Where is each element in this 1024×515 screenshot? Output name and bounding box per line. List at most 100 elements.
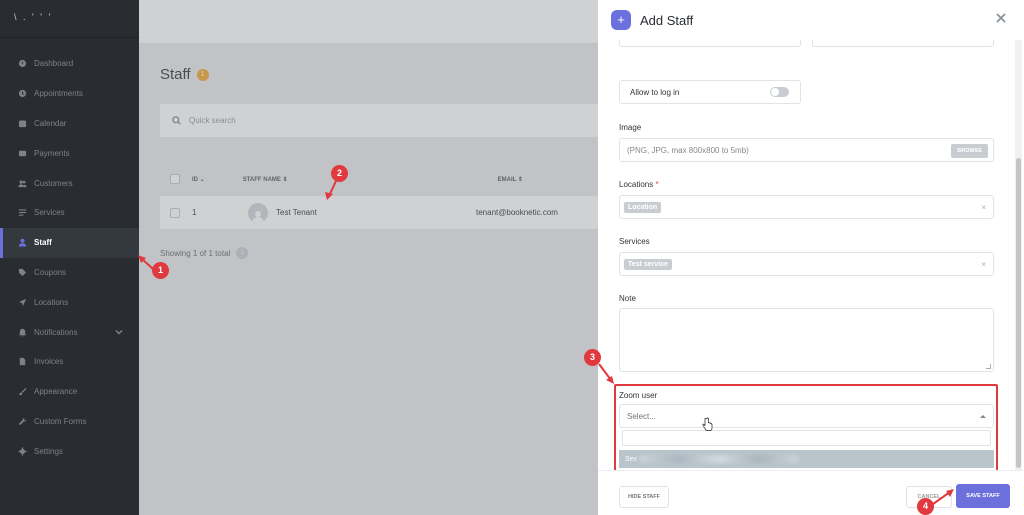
page-number[interactable]: 1 bbox=[236, 247, 249, 259]
panel-scrollbar[interactable] bbox=[1015, 40, 1022, 470]
panel-title: Add Staff bbox=[640, 12, 694, 28]
sidebar-item-label: Settings bbox=[34, 446, 63, 456]
sidebar-item-appearance[interactable]: Appearance bbox=[0, 377, 139, 407]
zoom-user-select[interactable]: Select... bbox=[619, 404, 994, 428]
partial-field-left[interactable] bbox=[619, 40, 801, 47]
quick-search-input[interactable]: Quick search bbox=[160, 104, 598, 137]
row-email: tenant@booknetic.com bbox=[476, 208, 558, 217]
sidebar-item-settings[interactable]: Settings bbox=[0, 436, 139, 466]
sidebar-item-payments[interactable]: Payments bbox=[0, 138, 139, 168]
sidebar-item-staff[interactable]: Staff bbox=[0, 227, 139, 258]
search-placeholder: Quick search bbox=[189, 116, 236, 125]
sidebar-item-customers[interactable]: Customers bbox=[0, 168, 139, 198]
users-icon bbox=[18, 179, 27, 188]
allow-login-toggle[interactable] bbox=[770, 87, 789, 97]
sidebar-item-label: Locations bbox=[34, 297, 69, 307]
pagination-info: Showing 1 of 1 total 1 bbox=[160, 247, 249, 259]
column-staff-name[interactable]: STAFF NAME ⇕ bbox=[243, 176, 288, 183]
sidebar-item-label: Calendar bbox=[34, 118, 67, 128]
panel-footer: HIDE STAFF CANCEL SAVE STAFF bbox=[598, 470, 1024, 515]
image-label: Image bbox=[619, 123, 642, 132]
image-upload-field[interactable]: (PNG, JPG, max 800x800 to 5mb) BROWSE bbox=[619, 138, 994, 162]
callout-1: 1 bbox=[152, 262, 169, 279]
zoom-user-search-input[interactable] bbox=[622, 430, 991, 446]
sidebar-item-appointments[interactable]: Appointments bbox=[0, 79, 139, 109]
sidebar-item-label: Customers bbox=[34, 178, 73, 188]
table-row[interactable]: 1 Test Tenant tenant@booknetic.com bbox=[160, 196, 598, 229]
zoom-user-option[interactable]: Sex bbox=[619, 450, 994, 468]
plus-icon: + bbox=[611, 10, 631, 30]
scrollbar-thumb[interactable] bbox=[1016, 158, 1021, 468]
services-select[interactable]: Test service × bbox=[619, 252, 994, 276]
staff-count-badge: 1 bbox=[196, 68, 209, 81]
user-avatar-icon bbox=[252, 210, 264, 223]
close-icon[interactable] bbox=[996, 13, 1006, 23]
note-label: Note bbox=[619, 294, 636, 303]
brush-icon bbox=[18, 387, 27, 396]
table-header: ID ⌄ STAFF NAME ⇕ EMAIL ⇕ bbox=[160, 170, 598, 188]
calendar-icon bbox=[18, 119, 27, 128]
zoom-user-label: Zoom user bbox=[619, 391, 658, 400]
callout-3: 3 bbox=[584, 349, 601, 366]
blurred-text bbox=[639, 455, 800, 463]
file-icon bbox=[18, 357, 27, 366]
callout-2: 2 bbox=[331, 165, 348, 182]
panel-header: + Add Staff bbox=[598, 0, 1024, 40]
hide-staff-button[interactable]: HIDE STAFF bbox=[619, 486, 669, 508]
page-title-text: Staff bbox=[160, 66, 191, 83]
sidebar-item-label: Services bbox=[34, 208, 65, 218]
sidebar-item-services[interactable]: Services bbox=[0, 198, 139, 228]
sidebar-item-calendar[interactable]: Calendar bbox=[0, 109, 139, 139]
location-arrow-icon bbox=[18, 298, 27, 307]
sidebar-item-locations[interactable]: Locations bbox=[0, 287, 139, 317]
sidebar-item-label: Notifications bbox=[34, 327, 78, 337]
search-icon bbox=[172, 116, 181, 125]
column-id[interactable]: ID ⌄ bbox=[192, 176, 205, 183]
clear-services-icon[interactable]: × bbox=[981, 260, 986, 269]
sidebar-item-notifications[interactable]: Notifications bbox=[0, 317, 139, 347]
showing-text: Showing 1 of 1 total bbox=[160, 248, 231, 258]
locations-label: Locations * bbox=[619, 180, 659, 189]
sidebar-item-label: Custom Forms bbox=[34, 416, 87, 426]
services-label: Services bbox=[619, 237, 650, 246]
wallet-icon bbox=[18, 149, 27, 158]
row-checkbox[interactable] bbox=[170, 207, 180, 218]
select-all-checkbox[interactable] bbox=[170, 174, 180, 184]
sidebar-item-label: Coupons bbox=[34, 267, 67, 277]
save-staff-button[interactable]: SAVE STAFF bbox=[956, 484, 1010, 508]
sidebar-item-label: Payments bbox=[34, 148, 70, 158]
sidebar-item-coupons[interactable]: Coupons bbox=[0, 258, 139, 288]
wrench-icon bbox=[18, 417, 27, 426]
list-icon bbox=[18, 208, 27, 217]
sidebar-item-custom-forms[interactable]: Custom Forms bbox=[0, 407, 139, 437]
partial-field-right[interactable] bbox=[812, 40, 994, 47]
required-mark: * bbox=[655, 180, 659, 189]
browse-button[interactable]: BROWSE bbox=[951, 144, 988, 158]
user-icon bbox=[18, 238, 27, 247]
zoom-user-placeholder: Select... bbox=[627, 411, 656, 421]
callout-4: 4 bbox=[917, 498, 934, 515]
locations-select[interactable]: Location × bbox=[619, 195, 994, 219]
hand-cursor-icon bbox=[702, 417, 713, 431]
top-bar bbox=[139, 0, 598, 44]
resize-handle-icon[interactable] bbox=[986, 364, 991, 369]
clock-icon bbox=[18, 89, 27, 98]
panel-body: Allow to log in Image (PNG, JPG, max 800… bbox=[598, 40, 1024, 470]
add-staff-panel: + Add Staff Allow to log in Image (PNG, … bbox=[598, 0, 1024, 515]
sidebar-item-label: Appearance bbox=[34, 387, 78, 397]
row-staff-name: Test Tenant bbox=[276, 208, 317, 217]
page-title: Staff 1 bbox=[160, 66, 209, 83]
caret-up-icon bbox=[980, 415, 986, 418]
column-email[interactable]: EMAIL ⇕ bbox=[498, 176, 523, 183]
chevron-down-icon[interactable] bbox=[115, 328, 123, 336]
note-textarea[interactable] bbox=[619, 308, 994, 372]
sidebar-item-invoices[interactable]: Invoices bbox=[0, 347, 139, 377]
clear-locations-icon[interactable]: × bbox=[981, 203, 986, 212]
image-hint: (PNG, JPG, max 800x800 to 5mb) bbox=[627, 145, 749, 155]
sidebar-item-dashboard[interactable]: Dashboard bbox=[0, 49, 139, 79]
dashboard-icon bbox=[18, 59, 27, 68]
allow-login-row: Allow to log in bbox=[619, 80, 801, 104]
main-content: Staff 1 Quick search ID ⌄ STAFF NAME ⇕ E… bbox=[139, 0, 598, 515]
app-logo: \ . ' ' ' bbox=[0, 0, 139, 38]
sidebar: \ . ' ' ' Dashboard Appointments Calendar P… bbox=[0, 0, 139, 515]
